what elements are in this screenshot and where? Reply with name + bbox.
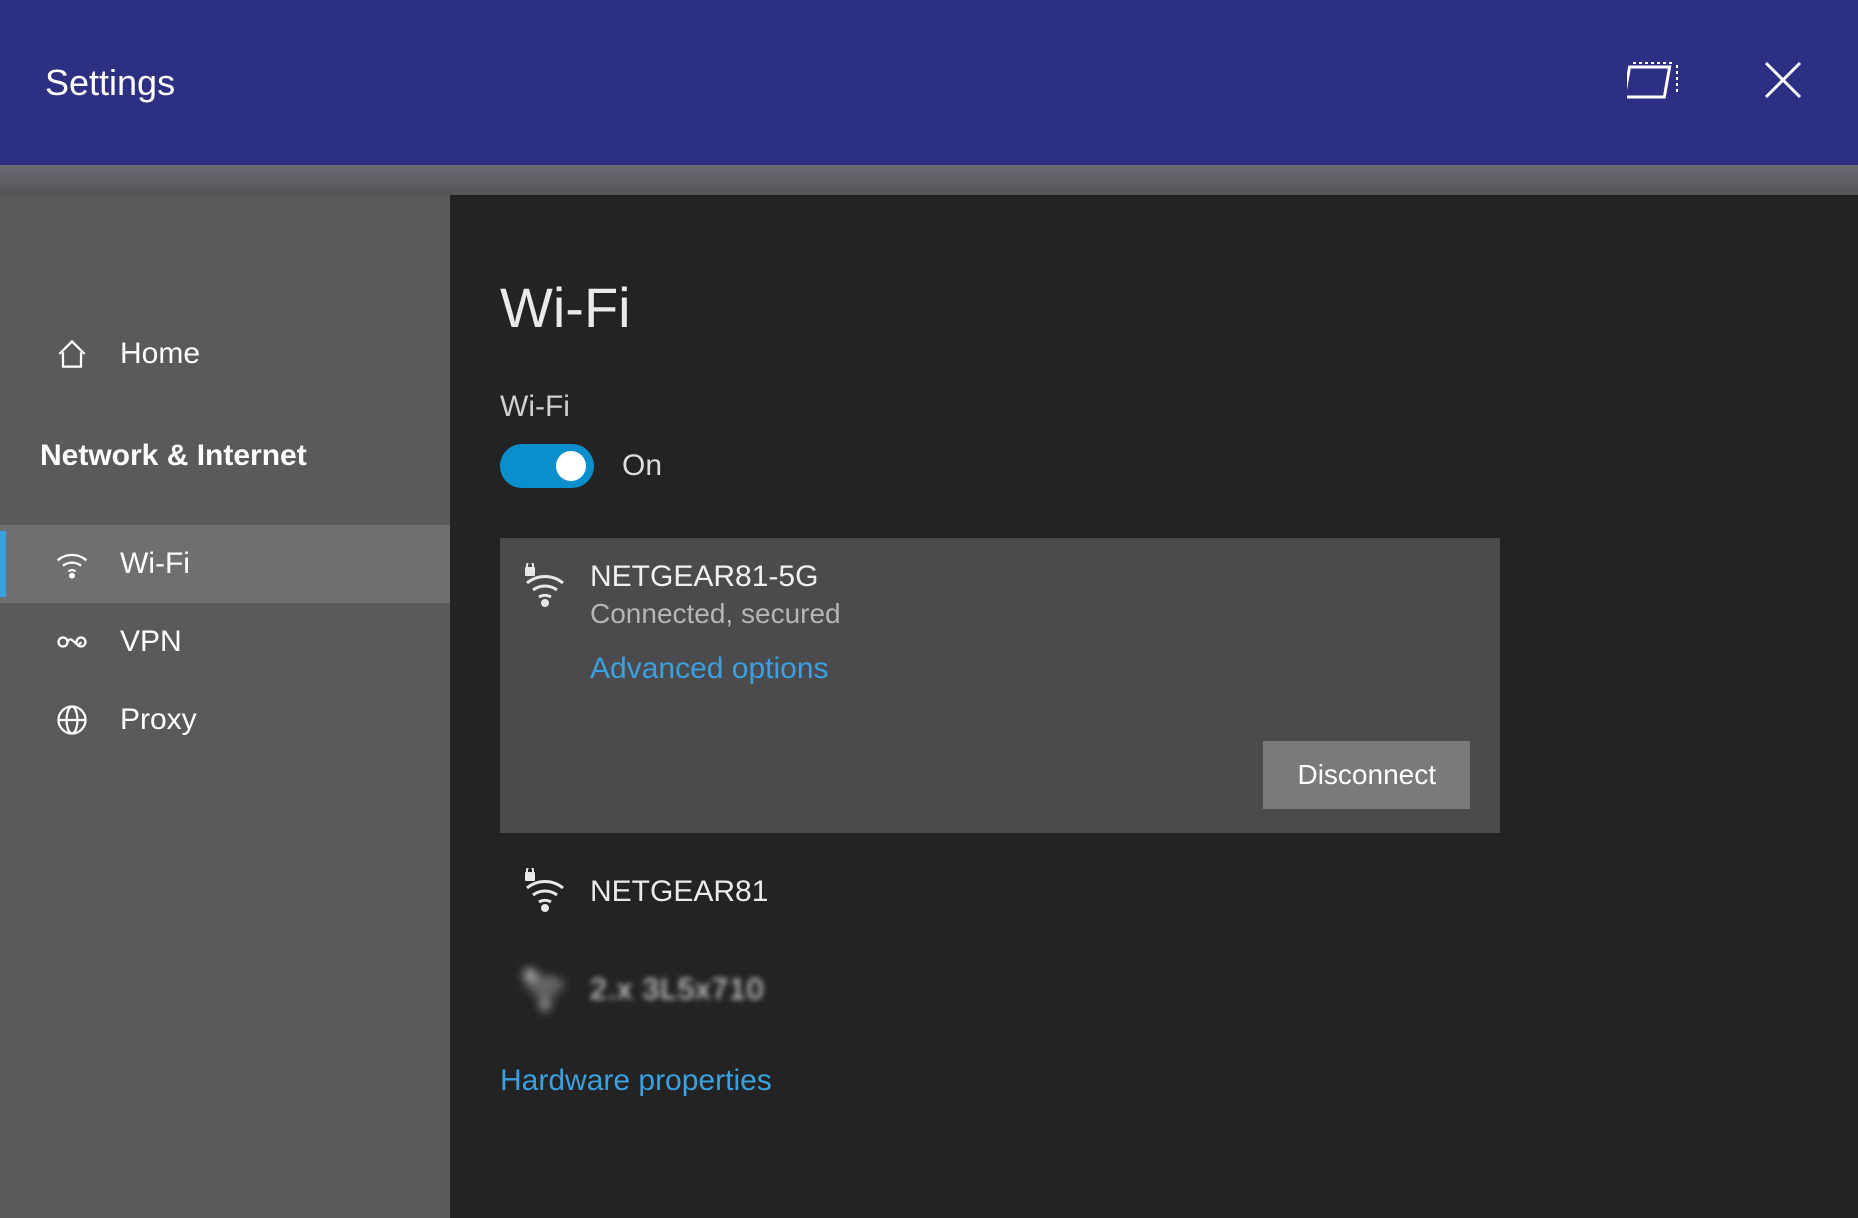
network-name: 2.x 3L5x710 [590, 973, 764, 1007]
tablet-mode-button[interactable] [1623, 53, 1683, 113]
sidebar-item-label: Wi-Fi [120, 547, 190, 581]
available-network-item[interactable]: NETGEAR81 [500, 843, 1500, 941]
sidebar-item-home[interactable]: Home [0, 315, 450, 393]
globe-icon [52, 700, 92, 740]
titlebar: Settings [0, 0, 1858, 165]
disconnect-row: Disconnect [518, 741, 1470, 809]
close-icon [1762, 59, 1804, 106]
sidebar-item-label: Home [120, 337, 200, 371]
vpn-icon [52, 622, 92, 662]
wifi-secured-icon [518, 963, 572, 1017]
close-button[interactable] [1753, 53, 1813, 113]
advanced-options-link[interactable]: Advanced options [590, 652, 829, 686]
page-title: Wi-Fi [500, 275, 1808, 340]
sidebar: Home Network & Internet Wi-Fi [0, 195, 450, 1218]
titlebar-shadow [0, 165, 1858, 195]
network-row: NETGEAR81-5G Connected, secured Advanced… [518, 560, 1470, 686]
sidebar-section-header: Network & Internet [0, 417, 450, 495]
sidebar-item-label: VPN [120, 625, 182, 659]
tablet-mode-icon [1627, 59, 1679, 106]
wifi-secured-icon [518, 560, 572, 614]
titlebar-controls [1623, 53, 1813, 113]
network-info: NETGEAR81-5G Connected, secured Advanced… [590, 560, 1470, 686]
wifi-section-label: Wi-Fi [500, 390, 1808, 424]
settings-window: Settings [0, 0, 1858, 1218]
sidebar-item-proxy[interactable]: Proxy [0, 681, 450, 759]
connected-network-card[interactable]: NETGEAR81-5G Connected, secured Advanced… [500, 538, 1500, 833]
sidebar-item-label: Proxy [120, 703, 197, 737]
wifi-secured-icon [518, 865, 572, 919]
disconnect-button[interactable]: Disconnect [1263, 741, 1470, 809]
network-name: NETGEAR81-5G [590, 560, 1470, 594]
network-status: Connected, secured [590, 598, 1470, 630]
sidebar-item-wifi[interactable]: Wi-Fi [0, 525, 450, 603]
wifi-toggle-row: On [500, 444, 1808, 488]
available-network-item[interactable]: 2.x 3L5x710 [500, 941, 1500, 1039]
sidebar-item-vpn[interactable]: VPN [0, 603, 450, 681]
home-icon [52, 334, 92, 374]
wifi-toggle[interactable] [500, 444, 594, 488]
window-title: Settings [45, 62, 1623, 104]
window-body: Home Network & Internet Wi-Fi [0, 195, 1858, 1218]
network-name: NETGEAR81 [590, 875, 768, 909]
hardware-properties-link[interactable]: Hardware properties [500, 1064, 772, 1098]
main-content: Wi-Fi Wi-Fi On [450, 195, 1858, 1218]
wifi-icon [52, 544, 92, 584]
wifi-toggle-state: On [622, 449, 662, 483]
